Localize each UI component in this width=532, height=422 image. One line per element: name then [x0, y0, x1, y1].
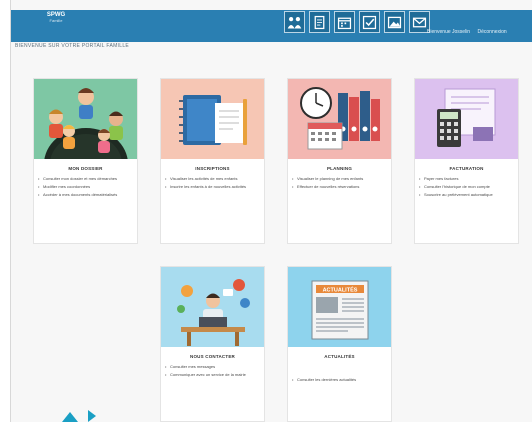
card-planning[interactable]: PLANNING Visualiser le planning de mes e… [287, 78, 392, 244]
list-item[interactable]: Consulter mon dossier et mes démarches [38, 176, 136, 181]
list-item[interactable]: Consulter les dernières actualités [292, 377, 390, 382]
list-item[interactable]: Communiquer avec un service de la mairie [165, 372, 263, 377]
card-actualites[interactable]: ACTUALITÉS ACTUALITÉS Consulter les dern… [287, 266, 392, 422]
document-icon[interactable] [309, 11, 330, 33]
check-icon[interactable] [359, 11, 380, 33]
app-logo[interactable]: SPWG Famille [44, 12, 68, 23]
card-list: Visualiser les activités de mes enfants … [161, 176, 263, 192]
list-item[interactable]: Payer mes factures [419, 176, 517, 181]
family-icon[interactable] [284, 11, 305, 33]
calendar-icon[interactable] [334, 11, 355, 33]
card-title: MON DOSSIER [68, 166, 103, 171]
clock-calendar-icon [288, 79, 391, 159]
card-mon-dossier[interactable]: MON DOSSIER Consulter mon dossier et mes… [33, 78, 138, 244]
photo-icon[interactable] [384, 11, 405, 33]
card-nous-contacter[interactable]: NOUS CONTACTER Consulter mes messages Co… [160, 266, 265, 422]
card-title: INSCRIPTIONS [195, 166, 230, 171]
card-list: Payer mes factures Consulter l'historiqu… [415, 176, 517, 200]
logout-link[interactable]: Déconnexion [477, 29, 506, 35]
logo-sub-text: Famille [49, 18, 63, 23]
list-item[interactable]: Consulter l'historique de mon compte [419, 184, 517, 189]
newspaper-icon: ACTUALITÉS [288, 267, 391, 347]
top-nav [284, 11, 430, 37]
welcome-bar: Bienvenue Josselin Déconnexion [427, 27, 507, 38]
portal-frame: SPWG Famille Bienvenue Josselin Déconnex… [10, 0, 532, 422]
card-facturation[interactable]: FACTURATION Payer mes factures Consulter… [414, 78, 519, 244]
list-item[interactable]: Visualiser le planning de mes enfants [292, 176, 390, 181]
card-list: Consulter mes messages Communiquer avec … [161, 364, 263, 380]
welcome-text: Bienvenue Josselin [427, 29, 471, 35]
list-item[interactable]: Accéder à mes documents dématérialisés [38, 192, 136, 197]
card-title: FACTURATION [449, 166, 484, 171]
list-item[interactable]: Souscrire au prélèvement automatique [419, 192, 517, 197]
calculator-icon [415, 79, 518, 159]
list-item[interactable]: Modifier mes coordonnées [38, 184, 136, 189]
page-title: BIENVENUE SUR VOTRE PORTAIL FAMILLE [15, 43, 130, 49]
card-title: PLANNING [326, 166, 353, 171]
children-icon [34, 79, 137, 159]
notebook-icon [161, 79, 264, 159]
decorative-arrows-icon [62, 410, 96, 422]
contact-icon [161, 267, 264, 347]
newspaper-banner-text: ACTUALITÉS [323, 286, 358, 294]
card-title: ACTUALITÉS [324, 354, 355, 359]
list-item[interactable]: Consulter mes messages [165, 364, 263, 369]
card-list: Visualiser le planning de mes enfants Ef… [288, 176, 390, 192]
card-inscriptions[interactable]: INSCRIPTIONS Visualiser les activités de… [160, 78, 265, 244]
card-list: Consulter mon dossier et mes démarches M… [34, 176, 136, 200]
card-list: Consulter les dernières actualités [288, 377, 390, 385]
card-title: NOUS CONTACTER [190, 354, 235, 359]
list-item[interactable]: Effectuer de nouvelles réservations [292, 184, 390, 189]
list-item[interactable]: Inscrire les enfants à de nouvelles acti… [165, 184, 263, 189]
list-item[interactable]: Visualiser les activités de mes enfants [165, 176, 263, 181]
app-header: SPWG Famille Bienvenue Josselin Déconnex… [11, 10, 532, 42]
